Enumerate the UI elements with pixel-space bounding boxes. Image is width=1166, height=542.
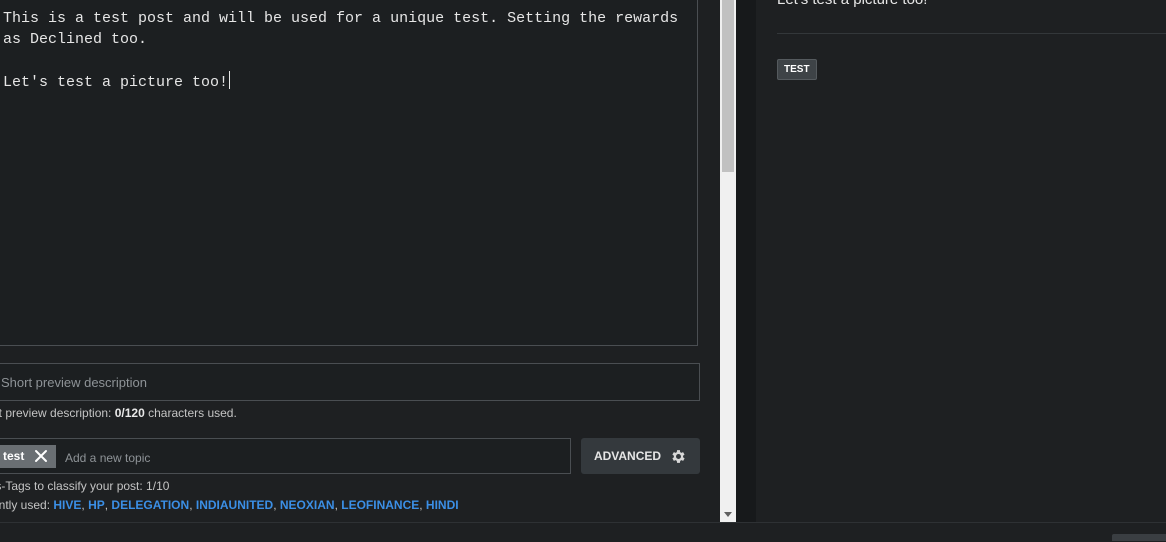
recent-separator: ,	[419, 498, 426, 512]
recent-separator: ,	[273, 498, 280, 512]
editor-column: This is a test post and will be used for…	[0, 0, 720, 522]
recently-used-tags: cently used: HIVE, HP, DELEGATION, INDIA…	[0, 498, 459, 512]
short-description-input[interactable]	[0, 363, 700, 401]
tag-chip-label: test	[3, 449, 25, 463]
advanced-button[interactable]: ADVANCED	[581, 438, 700, 474]
recent-tag-link[interactable]: HINDI	[426, 498, 459, 512]
recent-tag-link[interactable]: INDIAUNITED	[196, 498, 273, 512]
bottom-action-button[interactable]	[1112, 534, 1166, 541]
recent-separator: ,	[189, 498, 196, 512]
topic-tags-field[interactable]: test	[0, 438, 571, 474]
tag-chip-test: test	[0, 445, 56, 468]
text-caret	[229, 71, 231, 89]
editor-scrollbar[interactable]	[720, 0, 736, 522]
description-count-prefix: ort preview description:	[0, 406, 115, 420]
post-body-text[interactable]: This is a test post and will be used for…	[3, 8, 683, 93]
recent-tag-link[interactable]: HP	[88, 498, 105, 512]
post-preview-panel: Let's test a picture too! TEST	[756, 0, 1166, 522]
recent-prefix: cently used:	[0, 498, 51, 512]
preview-text: Let's test a picture too!	[777, 0, 927, 8]
close-icon[interactable]	[34, 449, 48, 463]
scroll-down-arrow-icon[interactable]	[724, 512, 732, 517]
recent-tag-link[interactable]: NEOXIAN	[280, 498, 335, 512]
preview-divider	[777, 33, 1166, 34]
bottom-bar	[0, 522, 1166, 542]
tags-help-text: pics-Tags to classify your post: 1/10	[0, 479, 170, 493]
gear-icon	[672, 449, 685, 463]
description-count-suffix: characters used.	[144, 406, 237, 420]
add-topic-input[interactable]	[63, 447, 547, 469]
panel-gutter	[736, 0, 756, 522]
recent-tag-link[interactable]: DELEGATION	[111, 498, 189, 512]
preview-tag-badge[interactable]: TEST	[777, 59, 817, 80]
description-char-count: ort preview description: 0/120 character…	[0, 406, 237, 420]
advanced-button-label: ADVANCED	[593, 449, 662, 463]
recent-tag-link[interactable]: LEOFINANCE	[341, 498, 419, 512]
recent-tag-link[interactable]: HIVE	[53, 498, 81, 512]
description-count-value: 0/120	[114, 406, 145, 420]
post-body-editor[interactable]: This is a test post and will be used for…	[0, 0, 698, 346]
scrollbar-thumb[interactable]	[722, 0, 734, 172]
post-body-content: This is a test post and will be used for…	[3, 10, 679, 91]
